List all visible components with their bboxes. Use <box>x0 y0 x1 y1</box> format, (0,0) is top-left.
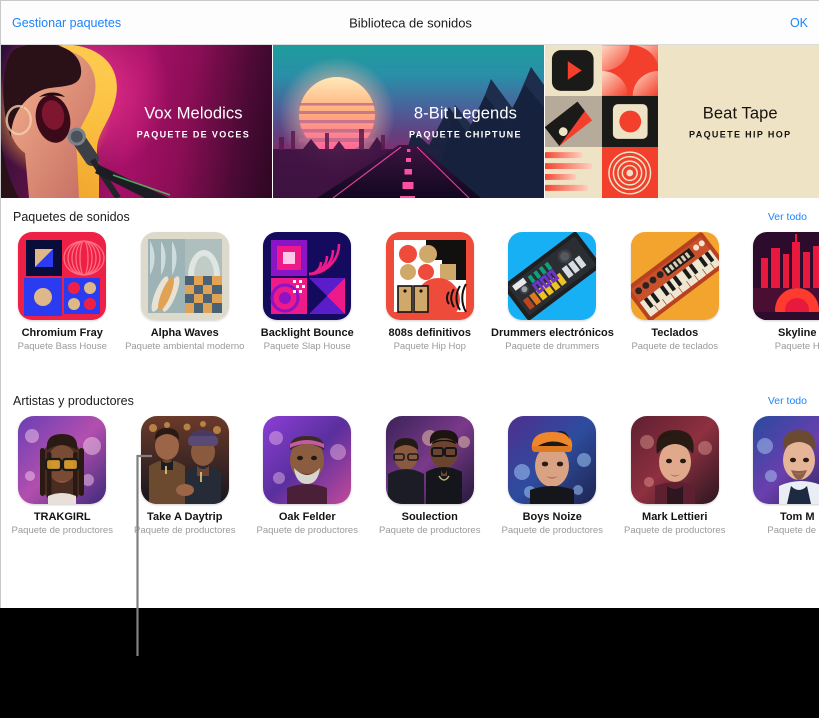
artist-subtitle: Paquete de pr <box>767 525 819 536</box>
take-a-daytrip-portrait <box>140 416 229 504</box>
pack-name: Backlight Bounce <box>260 327 354 339</box>
pack-card-teclados[interactable]: Teclados Paquete de teclados <box>614 232 737 352</box>
artist-card-mark-lettieri[interactable]: Mark Lettieri Paquete de productores <box>614 416 737 536</box>
artist-card-tom-misch[interactable]: Tom M Paquete de pr <box>736 416 819 536</box>
artist-thumbnail[interactable] <box>630 416 719 504</box>
artist-thumbnail[interactable] <box>140 416 229 504</box>
artist-thumbnail[interactable] <box>18 416 107 504</box>
banner-text-vox-melodics: Vox Melodics PAQUETE DE VOCES <box>115 104 272 139</box>
section-title: Paquetes de sonidos <box>13 210 130 224</box>
pack-name: Alpha Waves <box>150 327 219 339</box>
section-title: Artistas y productores <box>13 394 134 408</box>
pack-card-backlight-bounce[interactable]: Backlight Bounce Paquete Slap House <box>246 232 369 352</box>
trakgirl-portrait <box>18 416 107 504</box>
featured-banner-vox-melodics[interactable]: Vox Melodics PAQUETE DE VOCES <box>1 45 272 198</box>
skyline-artwork <box>753 232 819 320</box>
artist-card-oak-felder[interactable]: Oak Felder Paquete de productores <box>246 416 369 536</box>
artist-thumbnail[interactable] <box>753 416 819 504</box>
pack-subtitle: Paquete Hip Hop <box>393 341 466 352</box>
pack-name: Skyline <box>777 327 817 339</box>
see-all-artists[interactable]: Ver todo <box>768 395 807 407</box>
pack-card-808s[interactable]: 808s definitivos Paquete Hip Hop <box>369 232 492 352</box>
808s-artwork <box>385 232 474 320</box>
banner-title: Beat Tape <box>702 104 778 122</box>
pack-subtitle: Paquete H <box>774 341 819 352</box>
pack-thumbnail[interactable] <box>18 232 107 320</box>
featured-banner-beat-tape[interactable]: Beat Tape PAQUETE HIP HOP <box>545 45 819 198</box>
pack-subtitle: Paquete Bass House <box>17 341 107 352</box>
banner-subtitle: PAQUETE DE VOCES <box>136 129 251 139</box>
pack-thumbnail[interactable] <box>140 232 229 320</box>
artist-name: Tom M <box>779 511 815 523</box>
pack-subtitle: Paquete de teclados <box>631 341 719 352</box>
see-all-sound-packs[interactable]: Ver todo <box>768 211 807 223</box>
featured-banner-8bit-legends[interactable]: 8-Bit Legends PAQUETE CHIPTUNE <box>273 45 544 198</box>
navigation-bar: Gestionar paquetes Biblioteca de sonidos… <box>1 1 819 45</box>
artist-subtitle: Paquete de productores <box>501 525 603 536</box>
artist-thumbnail[interactable] <box>385 416 474 504</box>
banner-text-8bit-legends: 8-Bit Legends PAQUETE CHIPTUNE <box>387 104 544 139</box>
pack-thumbnail[interactable] <box>753 232 819 320</box>
pack-subtitle: Paquete de drummers <box>505 341 600 352</box>
pack-card-chromium-fray[interactable]: Chromium Fray Paquete Bass House <box>1 232 124 352</box>
artist-name: Oak Felder <box>278 511 336 523</box>
banner-text-beat-tape: Beat Tape PAQUETE HIP HOP <box>661 104 819 139</box>
pack-name: Chromium Fray <box>21 327 103 339</box>
banner-title: Vox Melodics <box>144 104 243 122</box>
pack-name: 808s definitivos <box>388 327 472 339</box>
page-title: Biblioteca de sonidos <box>349 15 472 31</box>
soulection-portrait <box>385 416 474 504</box>
banner-subtitle: PAQUETE CHIPTUNE <box>408 129 522 139</box>
pack-thumbnail[interactable] <box>385 232 474 320</box>
artist-name: Boys Noize <box>522 511 582 523</box>
pack-thumbnail[interactable] <box>263 232 352 320</box>
artist-subtitle: Paquete de productores <box>11 525 113 536</box>
pack-subtitle: Paquete ambiental moderno <box>125 341 245 352</box>
artists-row[interactable]: TRAKGIRL Paquete de productores Take A D… <box>1 416 819 536</box>
artist-subtitle: Paquete de productores <box>134 525 236 536</box>
beat-tape-tile-grid <box>545 45 658 198</box>
pack-card-skyline[interactable]: Skyline Paquete H <box>736 232 819 352</box>
pack-card-drummers[interactable]: Drummers electrónicos Paquete de drummer… <box>491 232 614 352</box>
artist-card-take-a-daytrip[interactable]: Take A Daytrip Paquete de productores <box>124 416 247 536</box>
section-header-sound-packs: Paquetes de sonidos Ver todo <box>1 210 819 232</box>
boys-noize-portrait <box>508 416 597 504</box>
artist-thumbnail[interactable] <box>508 416 597 504</box>
featured-banner-row: Vox Melodics PAQUETE DE VOCES 8-Bit Lege… <box>1 45 819 198</box>
artist-card-trakgirl[interactable]: TRAKGIRL Paquete de productores <box>1 416 124 536</box>
alpha-waves-artwork <box>140 232 229 320</box>
artist-name: Mark Lettieri <box>642 511 708 523</box>
artist-card-boys-noize[interactable]: Boys Noize Paquete de productores <box>491 416 614 536</box>
backlight-bounce-artwork <box>263 232 352 320</box>
artist-subtitle: Paquete de productores <box>624 525 726 536</box>
ok-button[interactable]: OK <box>790 16 808 30</box>
pack-thumbnail[interactable] <box>630 232 719 320</box>
artist-card-soulection[interactable]: Soulection Paquete de productores <box>369 416 492 536</box>
pack-card-alpha-waves[interactable]: Alpha Waves Paquete ambiental moderno <box>124 232 247 352</box>
banner-title: 8-Bit Legends <box>413 104 517 122</box>
screen: Gestionar paquetes Biblioteca de sonidos… <box>0 0 819 718</box>
pack-subtitle: Paquete Slap House <box>263 341 351 352</box>
artist-subtitle: Paquete de productores <box>379 525 481 536</box>
chromium-fray-artwork <box>18 232 107 320</box>
oak-felder-portrait <box>263 416 352 504</box>
pack-name: Teclados <box>651 327 699 339</box>
section-header-artists: Artistas y productores Ver todo <box>1 394 819 416</box>
manage-packages-button[interactable]: Gestionar paquetes <box>12 16 121 30</box>
pack-name: Drummers electrónicos <box>491 327 614 339</box>
tom-misch-portrait <box>753 416 819 504</box>
sound-library-sheet: Gestionar paquetes Biblioteca de sonidos… <box>0 0 819 608</box>
artist-subtitle: Paquete de productores <box>256 525 358 536</box>
keyboard-artwork <box>630 232 719 320</box>
artist-thumbnail[interactable] <box>263 416 352 504</box>
artist-name: Take A Daytrip <box>147 511 223 523</box>
mark-lettieri-portrait <box>630 416 719 504</box>
drum-machine-artwork <box>508 232 597 320</box>
artist-name: TRAKGIRL <box>33 511 91 523</box>
pack-thumbnail[interactable] <box>508 232 597 320</box>
sound-packs-row[interactable]: Chromium Fray Paquete Bass House Alpha W… <box>1 232 819 352</box>
artist-name: Soulection <box>401 511 458 523</box>
banner-subtitle: PAQUETE HIP HOP <box>689 129 792 139</box>
